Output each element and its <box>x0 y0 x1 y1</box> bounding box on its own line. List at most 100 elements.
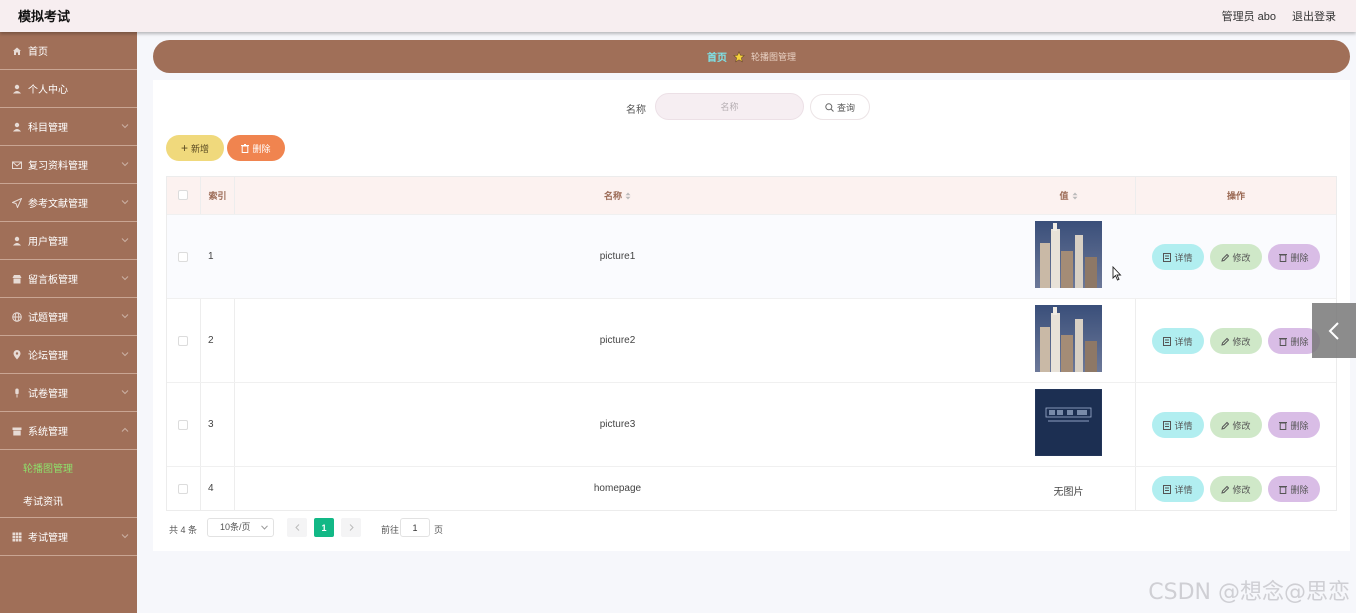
row-checkbox[interactable] <box>178 336 188 346</box>
sidebar-item-home[interactable]: 首页 <box>0 32 137 70</box>
sidebar-item-subjects[interactable]: 科目管理 <box>0 108 137 146</box>
sidebar-item-label: 考试管理 <box>28 533 68 544</box>
sidebar-item-label: 首页 <box>28 47 48 58</box>
sidebar-item-profile[interactable]: 个人中心 <box>0 70 137 108</box>
breadcrumb-current: 轮播图管理 <box>750 52 796 62</box>
document-icon <box>1163 484 1172 494</box>
dark-banner-thumbnail[interactable] <box>1035 389 1102 456</box>
sidebar-item-review-materials[interactable]: 复习资料管理 <box>0 146 137 184</box>
collapse-panel-tab[interactable] <box>1312 303 1356 358</box>
sidebar-item-label: 试题管理 <box>28 313 68 324</box>
sidebar-item-questions[interactable]: 试题管理 <box>0 298 137 336</box>
chevron-right-icon <box>349 524 354 531</box>
column-header-value[interactable]: 值 <box>1001 177 1136 214</box>
edit-button[interactable]: 修改 <box>1210 244 1262 270</box>
page-size-select[interactable]: 10条/页 <box>207 518 274 537</box>
sidebar-item-forum[interactable]: 论坛管理 <box>0 336 137 374</box>
sidebar-subitem-exam-news[interactable]: 考试资讯 <box>0 484 137 518</box>
pencil-icon <box>1221 485 1230 494</box>
sort-icon <box>625 192 631 199</box>
grid-icon <box>12 532 22 541</box>
data-table: 索引 名称 值 操作 1 picture1 详情 修改 删除 2 picture… <box>166 176 1337 511</box>
sidebar-item-label: 用户管理 <box>28 237 68 248</box>
table-row[interactable]: 3 picture3 详情 修改 删除 <box>167 382 1336 466</box>
pencil-icon <box>1221 421 1230 430</box>
sidebar-subitem-carousel[interactable]: 轮播图管理 <box>0 450 137 484</box>
no-image-text: 无图片 <box>1053 487 1084 498</box>
row-name: picture1 <box>599 251 636 262</box>
page-number-current[interactable]: 1 <box>314 518 334 537</box>
building-thumbnail[interactable] <box>1035 305 1102 372</box>
logout-link[interactable]: 退出登录 <box>1292 8 1336 24</box>
user-icon <box>13 84 21 93</box>
pin-icon <box>13 349 21 359</box>
breadcrumb-home[interactable]: 首页 <box>707 49 727 64</box>
search-input[interactable] <box>655 93 804 120</box>
detail-button[interactable]: 详情 <box>1152 476 1204 502</box>
detail-button[interactable]: 详情 <box>1152 328 1204 354</box>
shop-icon <box>12 274 22 283</box>
detail-button[interactable]: 详情 <box>1152 244 1204 270</box>
chevron-down-icon <box>121 238 129 243</box>
row-name: picture2 <box>599 335 636 346</box>
row-checkbox[interactable] <box>178 252 188 262</box>
chevron-down-icon <box>121 162 129 167</box>
document-icon <box>1163 420 1172 430</box>
chevron-down-icon <box>121 276 129 281</box>
trash-icon <box>1279 253 1288 262</box>
chevron-down-icon <box>121 124 129 129</box>
row-checkbox[interactable] <box>178 420 188 430</box>
plus-icon: + <box>180 141 188 155</box>
top-header: 模拟考试 管理员 abo 退出登录 <box>0 0 1356 32</box>
sidebar-item-label: 系统管理 <box>28 427 68 438</box>
bulk-delete-button[interactable]: 删除 <box>227 135 285 161</box>
edit-button[interactable]: 修改 <box>1210 412 1262 438</box>
chevron-down-icon <box>121 390 129 395</box>
bulk-delete-label: 删除 <box>252 143 271 154</box>
trash-icon <box>1279 485 1288 494</box>
add-button[interactable]: + 新增 <box>166 135 224 161</box>
user-icon <box>13 236 21 245</box>
sidebar-item-label: 留言板管理 <box>28 275 78 286</box>
search-icon <box>825 102 834 112</box>
goto-page-input[interactable] <box>400 518 430 537</box>
row-checkbox[interactable] <box>178 484 188 494</box>
row-index: 3 <box>208 419 214 430</box>
column-header-index: 索引 <box>208 191 227 201</box>
mic-icon <box>15 388 19 397</box>
building-thumbnail[interactable] <box>1035 221 1102 288</box>
trash-icon <box>1279 421 1288 430</box>
edit-button[interactable]: 修改 <box>1210 476 1262 502</box>
mouse-cursor-icon <box>1112 266 1122 281</box>
detail-button[interactable]: 详情 <box>1152 412 1204 438</box>
remove-button[interactable]: 删除 <box>1268 476 1320 502</box>
home-icon <box>13 47 21 55</box>
next-page-button[interactable] <box>341 518 361 537</box>
sidebar-item-exams[interactable]: 考试管理 <box>0 518 137 556</box>
sidebar-item-papers[interactable]: 试卷管理 <box>0 374 137 412</box>
table-row[interactable]: 1 picture1 详情 修改 删除 <box>167 214 1336 298</box>
sidebar-item-system[interactable]: 系统管理 <box>0 412 137 450</box>
sidebar-item-message-board[interactable]: 留言板管理 <box>0 260 137 298</box>
remove-button[interactable]: 删除 <box>1268 244 1320 270</box>
edit-button[interactable]: 修改 <box>1210 328 1262 354</box>
star-icon <box>733 50 745 62</box>
prev-page-button[interactable] <box>287 518 307 537</box>
globe-icon <box>12 311 22 322</box>
search-button-label: 查询 <box>836 102 855 113</box>
sidebar-item-references[interactable]: 参考文献管理 <box>0 184 137 222</box>
table-row[interactable]: 4 homepage 无图片 详情 修改 删除 <box>167 466 1336 510</box>
sort-icon <box>1072 192 1077 199</box>
select-all-checkbox[interactable] <box>178 190 188 200</box>
sidebar-item-users[interactable]: 用户管理 <box>0 222 137 260</box>
remove-button[interactable]: 删除 <box>1268 412 1320 438</box>
sidebar-item-label: 论坛管理 <box>28 351 68 362</box>
table-row[interactable]: 2 picture2 详情 修改 删除 <box>167 298 1336 382</box>
sidebar-item-label: 试卷管理 <box>28 389 68 400</box>
document-icon <box>1163 252 1172 262</box>
row-name: picture3 <box>599 419 636 430</box>
column-header-name[interactable]: 名称 <box>235 177 1000 214</box>
search-button[interactable]: 查询 <box>810 94 870 120</box>
chevron-down-icon <box>121 534 129 539</box>
add-button-label: 新增 <box>191 143 210 154</box>
